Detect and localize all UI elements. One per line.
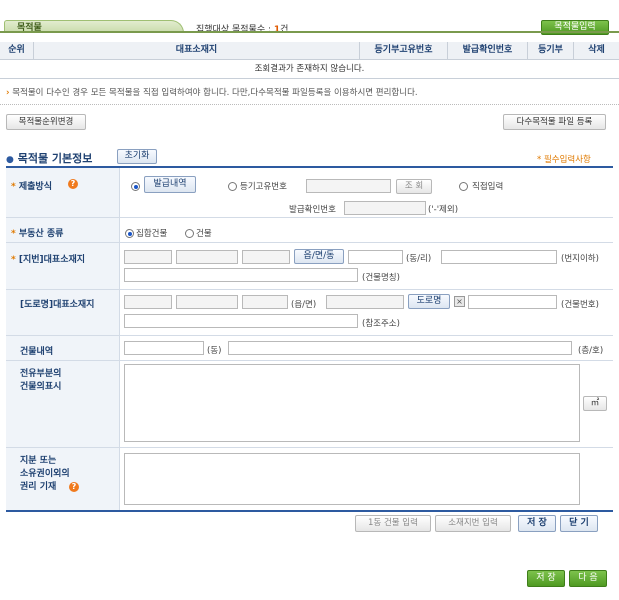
share-textarea[interactable] xyxy=(124,453,580,505)
clear-icon[interactable]: × xyxy=(454,296,465,307)
lot-gu-input[interactable] xyxy=(242,250,290,264)
road-gu-input[interactable] xyxy=(242,295,288,309)
reset-button[interactable]: 초기화 xyxy=(117,149,157,164)
row-divider xyxy=(6,217,613,218)
radio-registry-no[interactable] xyxy=(228,182,237,191)
road-sigungu-input[interactable] xyxy=(176,295,238,309)
issue-confirm-label: 발급확인번호 xyxy=(289,205,336,215)
road-sido-input[interactable] xyxy=(124,295,172,309)
road-ref-address-input[interactable] xyxy=(124,314,358,328)
col-issue-no: 발급확인번호 xyxy=(447,42,527,59)
building-details-label: 건물내역 xyxy=(20,347,54,357)
exclusive-part-label: 전유부분의 건물의표시 xyxy=(20,369,62,392)
registry-no-label: 등기고유번호 xyxy=(240,182,287,192)
issue-confirm-hint: ('-'제외) xyxy=(428,205,459,215)
radio-direct-input[interactable] xyxy=(459,182,468,191)
next-button[interactable]: 다 음 xyxy=(569,570,607,587)
info-note-text: 목적물이 다수인 경우 모든 목적물을 직접 입력하여야 합니다. 다만,다수목… xyxy=(12,88,418,98)
empty-result-row: 조회결과가 존재하지 않습니다. xyxy=(0,60,619,79)
row-divider xyxy=(6,447,613,448)
section-title: ● 목적물 기본정보 xyxy=(6,152,93,165)
submission-label: * 제출방식 xyxy=(11,182,52,192)
col-registry-no: 등기부고유번호 xyxy=(359,42,447,59)
building-input-button[interactable]: 1동 건물 입력 xyxy=(355,515,431,532)
radio-issuance-history[interactable] xyxy=(131,182,140,191)
bulk-upload-button[interactable]: 다수목적물 파일 등록 xyxy=(503,114,606,130)
property-type-label: * 부동산 종류 xyxy=(11,229,64,239)
radio-building[interactable] xyxy=(185,229,194,238)
save-small-button[interactable]: 저 장 xyxy=(518,515,556,532)
road-address-label: [도로명]대표소재지 xyxy=(20,300,95,310)
radio-collective-building[interactable] xyxy=(125,229,134,238)
lot-number-label: (번지이하) xyxy=(561,254,599,264)
building-no-label: (건물번호) xyxy=(561,300,599,310)
road-name-input[interactable] xyxy=(326,295,404,309)
ref-address-label: (참조주소) xyxy=(362,319,400,329)
required-note: * 필수입력사항 xyxy=(537,155,591,165)
help-icon[interactable]: ? xyxy=(69,482,79,492)
building-dong-input[interactable] xyxy=(124,341,204,355)
lot-address-label: * [지번]대표소재지 xyxy=(11,255,86,265)
column-divider xyxy=(119,168,120,510)
share-label: 지분 또는 소유권이외의 권리 기재 xyxy=(20,456,70,492)
save-button[interactable]: 저 장 xyxy=(527,570,565,587)
info-note: › 목적물이 다수인 경우 모든 목적물을 직접 입력하여야 합니다. 다만,다… xyxy=(6,86,418,98)
bullet-icon: ● xyxy=(6,155,14,165)
direct-input-label: 직접입력 xyxy=(472,182,504,192)
unit-area-button[interactable]: ㎡ xyxy=(583,396,607,411)
chevron-right-icon: › xyxy=(6,88,10,98)
lot-dong-input[interactable] xyxy=(348,250,403,264)
row-divider xyxy=(6,289,613,290)
road-building-no-input[interactable] xyxy=(468,295,557,309)
road-town-label: (읍/면) xyxy=(291,300,317,310)
building-label: 건물 xyxy=(196,229,212,239)
road-name-search-button[interactable]: 도로명 xyxy=(408,294,450,309)
lot-sigungu-input[interactable] xyxy=(176,250,238,264)
dong-ri-label: (동/리) xyxy=(406,254,432,264)
registry-no-input[interactable] xyxy=(306,179,391,193)
building-name-label: (건물명칭) xyxy=(362,273,400,283)
building-floor-ho-input[interactable] xyxy=(228,341,572,355)
col-rank: 순위 xyxy=(8,45,25,55)
change-order-button[interactable]: 목적물순위변경 xyxy=(6,114,86,130)
exclusive-part-textarea[interactable] xyxy=(124,364,580,442)
help-icon[interactable]: ? xyxy=(68,179,78,189)
col-delete: 삭제 xyxy=(573,42,619,59)
col-address: 대표소재지 xyxy=(33,42,359,59)
tab-underline xyxy=(0,31,619,33)
lot-input-button[interactable]: 소재지번 입력 xyxy=(435,515,511,532)
town-search-button[interactable]: 읍/면/동 xyxy=(294,249,344,264)
row-divider xyxy=(6,335,613,336)
row-divider xyxy=(6,360,613,361)
floor-ho-label: (층/호) xyxy=(578,346,604,356)
close-button[interactable]: 닫 기 xyxy=(560,515,598,532)
items-table-header: 순위 대표소재지 등기부고유번호 발급확인번호 등기부 삭제 xyxy=(0,42,619,60)
lot-sido-input[interactable] xyxy=(124,250,172,264)
divider xyxy=(0,104,619,105)
lookup-button[interactable]: 조 회 xyxy=(396,179,432,194)
lot-number-input[interactable] xyxy=(441,250,557,264)
collective-building-label: 집합건물 xyxy=(136,229,168,239)
issue-confirm-input[interactable] xyxy=(344,201,426,215)
dong-label: (동) xyxy=(207,346,222,356)
item-count-summary: 집행대상 목적물수 : 1건 xyxy=(196,25,289,35)
form-bottom-border xyxy=(6,510,613,512)
lot-building-name-input[interactable] xyxy=(124,268,358,282)
issuance-history-button[interactable]: 발급내역 xyxy=(144,176,196,193)
row-divider xyxy=(6,242,613,243)
col-registry: 등기부 xyxy=(527,42,573,59)
